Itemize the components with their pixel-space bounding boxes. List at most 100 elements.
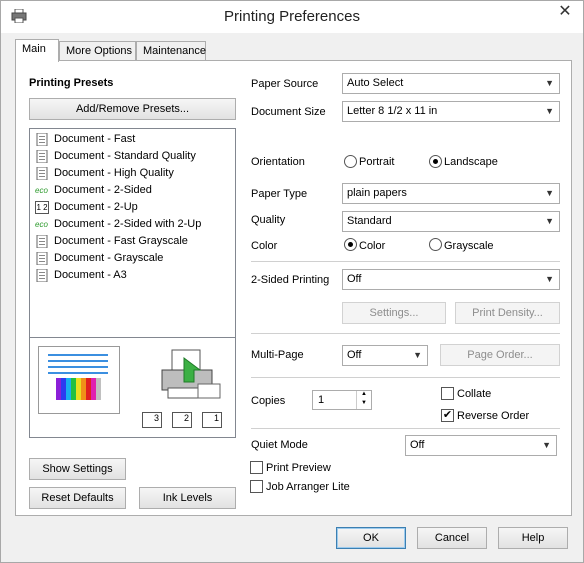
chevron-down-icon: ▼ <box>545 106 554 116</box>
main-tab-panel: Printing Presets Add/Remove Presets... D… <box>15 60 572 516</box>
copies-value: 1 <box>318 394 325 406</box>
collate-checkbox[interactable] <box>441 387 454 400</box>
collate-order-icons: 3 2 1 <box>142 410 232 432</box>
presets-list[interactable]: Document - Fast Document - Standard Qual… <box>29 128 236 338</box>
divider <box>251 261 560 262</box>
document-icon <box>36 167 48 180</box>
page-preview-icon <box>38 346 120 414</box>
preset-label: Document - 2-Up <box>54 201 138 213</box>
quality-select[interactable]: Standard ▼ <box>342 211 560 232</box>
spin-up-icon[interactable]: ▲ <box>356 391 371 400</box>
copies-label: Copies <box>251 395 286 407</box>
copy-stack-icon: 3 <box>142 412 162 428</box>
two-sided-printing-value: Off <box>347 273 362 285</box>
close-button[interactable]: ✕ <box>549 2 581 22</box>
quiet-mode-select[interactable]: Off ▼ <box>405 435 557 456</box>
landscape-radio[interactable] <box>429 155 442 168</box>
close-icon: ✕ <box>558 3 572 20</box>
checkmark-icon: ✔ <box>442 409 453 421</box>
two-up-icon: 1 2 <box>35 201 49 214</box>
color-option-label: Color <box>359 240 386 252</box>
multi-page-label: Multi-Page <box>251 349 304 361</box>
tab-maintenance[interactable]: Maintenance <box>136 41 206 61</box>
document-icon <box>36 133 48 146</box>
paper-type-value: plain papers <box>347 187 407 199</box>
reset-defaults-button[interactable]: Reset Defaults <box>29 487 126 509</box>
document-icon <box>36 150 48 163</box>
document-size-label: Document Size <box>251 106 326 118</box>
paper-type-label: Paper Type <box>251 188 308 200</box>
preset-label: Document - A3 <box>54 269 127 281</box>
job-arranger-lite-label: Job Arranger Lite <box>266 481 350 493</box>
print-density-button[interactable]: Print Density... <box>455 302 560 324</box>
orientation-label: Orientation <box>251 156 305 168</box>
color-radio[interactable] <box>344 238 357 251</box>
document-size-select[interactable]: Letter 8 1/2 x 11 in ▼ <box>342 101 560 122</box>
help-button[interactable]: Help <box>498 527 568 549</box>
preset-label: Document - Standard Quality <box>54 150 196 162</box>
reverse-order-checkbox[interactable]: ✔ <box>441 409 454 422</box>
quiet-mode-value: Off <box>410 439 425 451</box>
tab-main[interactable]: Main <box>15 39 59 62</box>
portrait-radio[interactable] <box>344 155 357 168</box>
tab-more-options[interactable]: More Options <box>59 41 136 61</box>
copy-stack-icon: 2 <box>172 412 192 428</box>
grayscale-radio[interactable] <box>429 238 442 251</box>
show-settings-button[interactable]: Show Settings <box>29 458 126 480</box>
grayscale-label: Grayscale <box>444 240 494 252</box>
title-bar: Printing Preferences ✕ <box>1 1 583 33</box>
copies-stepper[interactable]: 1 ▲ ▼ <box>312 390 372 410</box>
chevron-down-icon: ▼ <box>545 78 554 88</box>
preset-label: Document - Grayscale <box>54 252 164 264</box>
document-size-value: Letter 8 1/2 x 11 in <box>347 105 438 117</box>
preset-label: Document - Fast Grayscale <box>54 235 188 247</box>
page-order-button[interactable]: Page Order... <box>440 344 560 366</box>
quality-label: Quality <box>251 214 286 226</box>
divider <box>251 428 560 429</box>
multi-page-select[interactable]: Off ▼ <box>342 345 428 366</box>
printing-preferences-window: Printing Preferences ✕ Main More Options… <box>0 0 584 563</box>
chevron-down-icon: ▼ <box>545 216 554 226</box>
printing-presets-heading: Printing Presets <box>29 77 114 89</box>
eco-icon: eco <box>35 220 48 229</box>
document-icon <box>36 252 48 265</box>
two-sided-printing-label: 2-Sided Printing <box>251 274 330 286</box>
spin-down-icon[interactable]: ▼ <box>356 400 371 409</box>
collate-label: Collate <box>457 388 492 400</box>
multi-page-value: Off <box>347 349 362 361</box>
preset-label: Document - 2-Sided <box>54 184 152 196</box>
add-remove-presets-button[interactable]: Add/Remove Presets... <box>29 98 236 120</box>
printer-icon <box>161 349 221 399</box>
preset-label: Document - High Quality <box>54 167 174 179</box>
divider <box>251 333 560 334</box>
cancel-button[interactable]: Cancel <box>417 527 487 549</box>
document-icon <box>36 269 48 282</box>
quiet-mode-label: Quiet Mode <box>251 439 308 451</box>
paper-source-label: Paper Source <box>251 78 319 90</box>
paper-source-value: Auto Select <box>347 77 404 89</box>
chevron-down-icon: ▼ <box>413 350 422 360</box>
paper-type-select[interactable]: plain papers ▼ <box>342 183 560 204</box>
color-label: Color <box>251 240 278 252</box>
ok-button[interactable]: OK <box>336 527 406 549</box>
reverse-order-label: Reverse Order <box>457 410 530 422</box>
print-preview-checkbox[interactable] <box>250 461 263 474</box>
ink-levels-button[interactable]: Ink Levels <box>139 487 236 509</box>
window-title: Printing Preferences <box>224 8 360 25</box>
copy-stack-icon: 1 <box>202 412 222 428</box>
two-sided-printing-select[interactable]: Off ▼ <box>342 269 560 290</box>
preset-label: Document - 2-Sided with 2-Up <box>54 218 202 230</box>
portrait-label: Portrait <box>359 156 395 168</box>
chevron-down-icon: ▼ <box>545 188 554 198</box>
paper-source-select[interactable]: Auto Select ▼ <box>342 73 560 94</box>
chevron-down-icon: ▼ <box>545 274 554 284</box>
print-preview-panel: 3 2 1 <box>29 337 236 438</box>
two-sided-settings-button[interactable]: Settings... <box>342 302 446 324</box>
job-arranger-lite-checkbox[interactable] <box>250 480 263 493</box>
chevron-down-icon: ▼ <box>542 440 551 450</box>
preset-label: Document - Fast <box>54 133 136 145</box>
document-icon <box>36 235 48 248</box>
landscape-label: Landscape <box>444 156 498 168</box>
print-preview-label: Print Preview <box>266 462 331 474</box>
divider <box>251 377 560 378</box>
